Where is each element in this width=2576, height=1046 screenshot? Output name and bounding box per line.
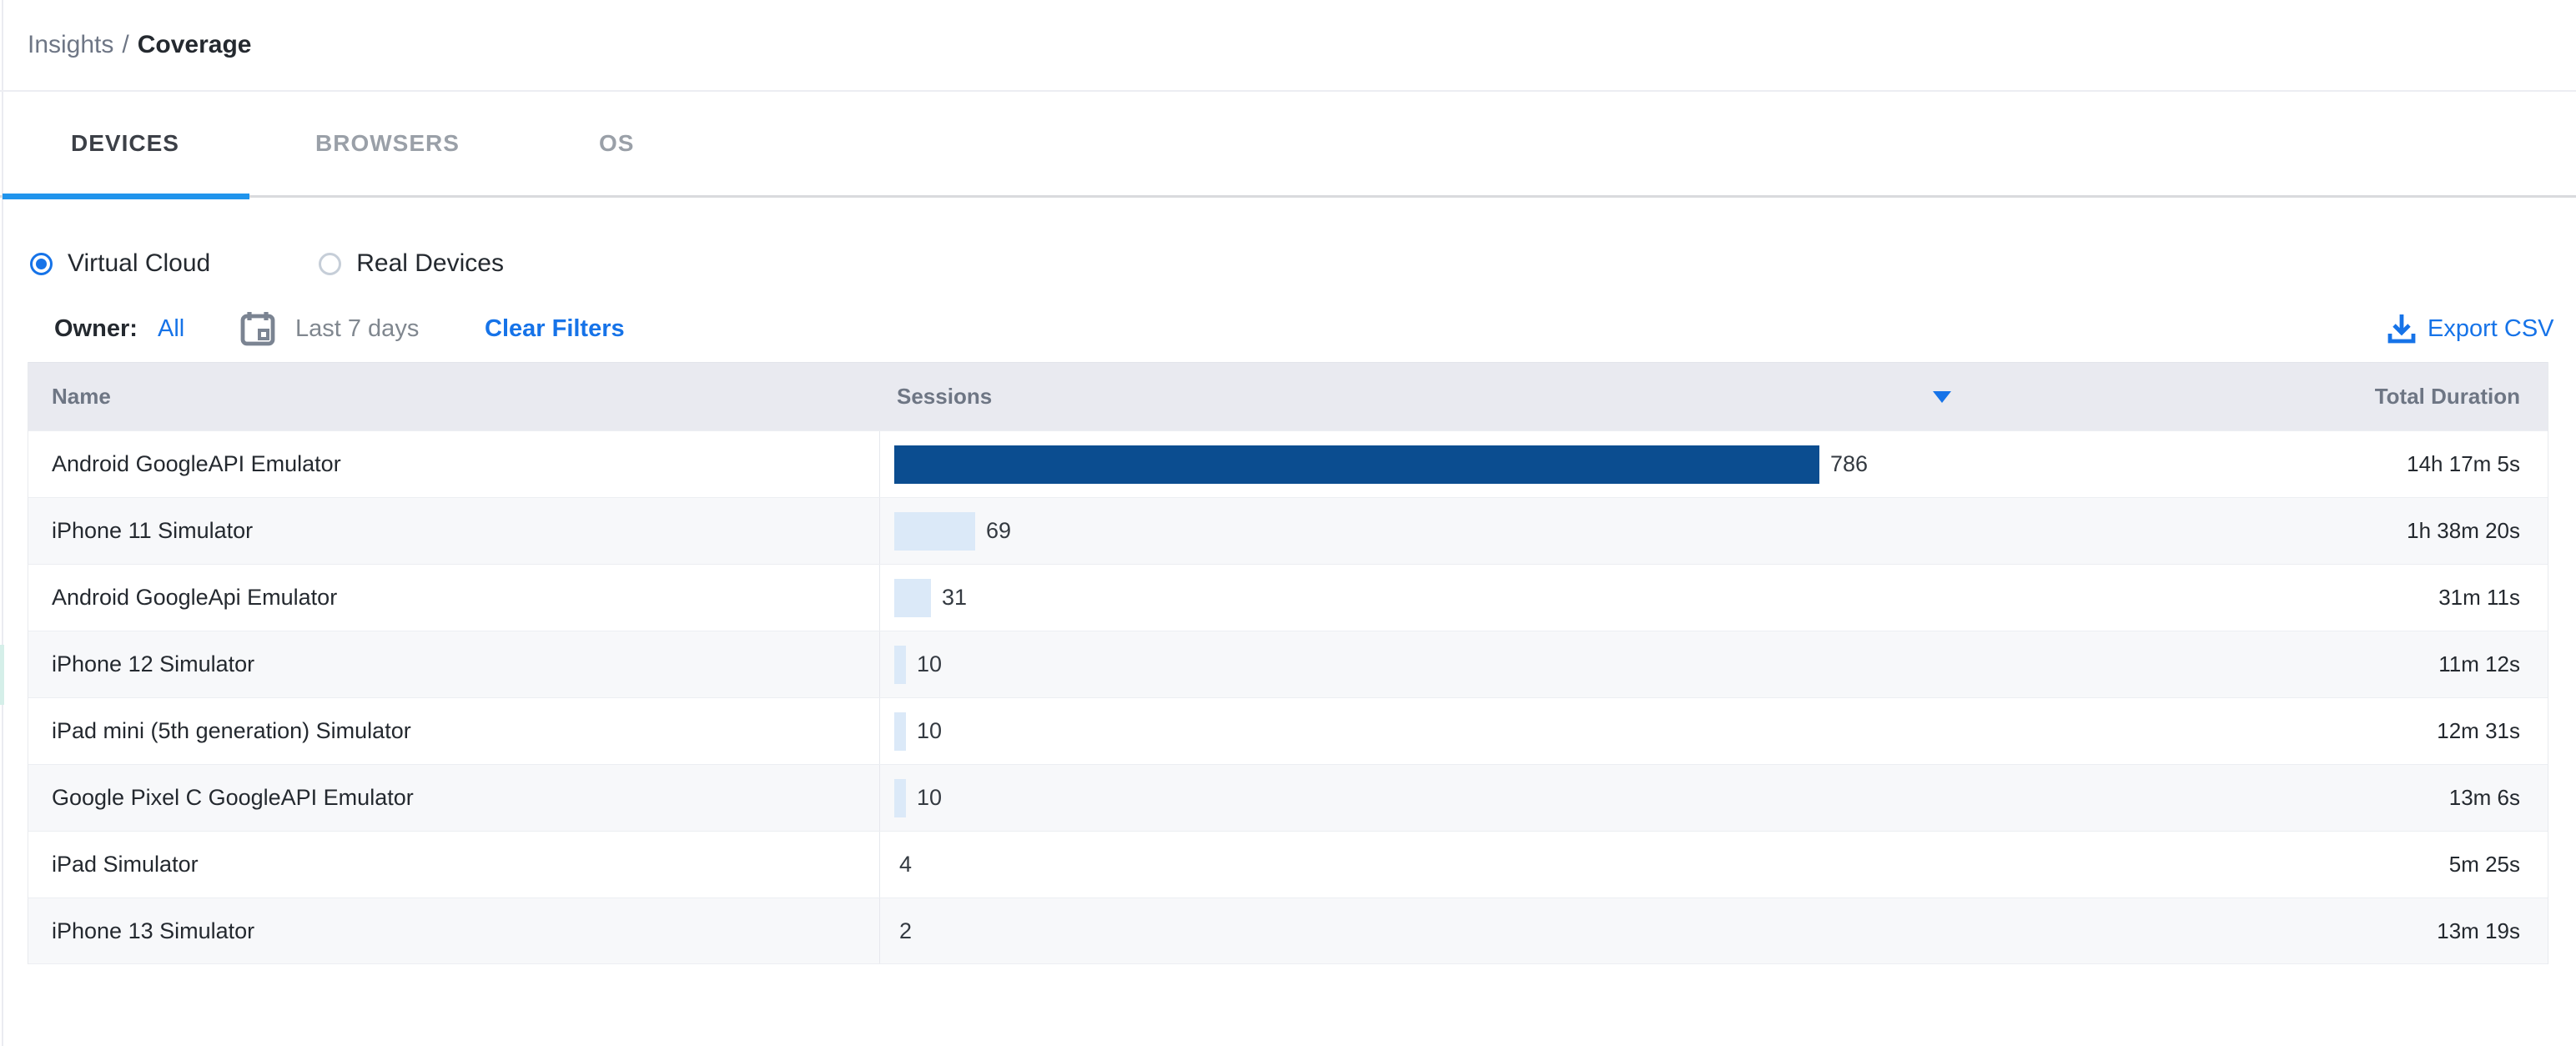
radio-virtual-cloud-label: Virtual Cloud	[68, 249, 210, 278]
breadcrumb: Insights / Coverage	[0, 0, 2576, 92]
sidebar-accent-sliver	[0, 645, 4, 705]
sessions-value: 10	[917, 718, 942, 744]
sessions-cell: 2	[879, 898, 1990, 963]
export-csv-label: Export CSV	[2428, 315, 2554, 343]
sessions-value: 69	[986, 518, 1011, 544]
device-name-cell: Android GoogleApi Emulator	[28, 565, 879, 631]
radio-real-devices[interactable]: Real Devices	[319, 249, 504, 278]
table-row[interactable]: Android GoogleAPI Emulator 786 14h 17m 5…	[28, 430, 2548, 497]
total-duration-cell: 13m 19s	[1990, 898, 2548, 963]
total-duration-cell: 12m 31s	[1990, 698, 2548, 764]
total-duration-cell: 11m 12s	[1990, 631, 2548, 697]
total-duration-cell: 14h 17m 5s	[1990, 431, 2548, 497]
table-row[interactable]: iPhone 12 Simulator 10 11m 12s	[28, 631, 2548, 697]
table-row[interactable]: Android GoogleApi Emulator 31 31m 11s	[28, 564, 2548, 631]
table-body: Android GoogleAPI Emulator 786 14h 17m 5…	[28, 430, 2548, 964]
sessions-bar	[894, 579, 931, 617]
filter-bar: Owner: All Last 7 days Clear Filters Exp…	[0, 307, 2576, 350]
device-name-cell: iPhone 12 Simulator	[28, 631, 879, 697]
sessions-cell: 786	[879, 431, 1990, 497]
coverage-tabs: DEVICES BROWSERS OS	[0, 93, 2576, 199]
caret-down-icon[interactable]	[1933, 391, 1951, 403]
sessions-bar	[894, 445, 1819, 484]
sessions-bar	[894, 646, 906, 684]
table-row[interactable]: iPad Simulator 4 5m 25s	[28, 831, 2548, 898]
sessions-bar	[894, 779, 906, 817]
radio-unselected-icon[interactable]	[319, 253, 341, 275]
total-duration-cell: 31m 11s	[1990, 565, 2548, 631]
device-name-cell: iPad mini (5th generation) Simulator	[28, 698, 879, 764]
sessions-value: 4	[899, 852, 912, 878]
column-header-sessions[interactable]: Sessions	[879, 363, 1990, 430]
download-icon	[2387, 313, 2416, 344]
breadcrumb-section[interactable]: Insights	[28, 31, 113, 59]
table-header-row: Name Sessions Total Duration	[28, 362, 2548, 430]
table-row[interactable]: iPhone 11 Simulator 69 1h 38m 20s	[28, 497, 2548, 564]
total-duration-cell: 13m 6s	[1990, 765, 2548, 831]
sessions-cell: 31	[879, 565, 1990, 631]
radio-selected-icon[interactable]	[30, 253, 53, 275]
radio-virtual-cloud[interactable]: Virtual Cloud	[30, 249, 210, 278]
device-name-cell: iPad Simulator	[28, 832, 879, 898]
device-name-cell: Google Pixel C GoogleAPI Emulator	[28, 765, 879, 831]
total-duration-cell: 1h 38m 20s	[1990, 498, 2548, 564]
device-name-cell: iPhone 13 Simulator	[28, 898, 879, 963]
calendar-icon[interactable]	[240, 307, 275, 350]
sessions-bar	[894, 712, 906, 751]
sessions-value: 10	[917, 651, 942, 677]
clear-filters-button[interactable]: Clear Filters	[485, 307, 625, 350]
device-name-cell: iPhone 11 Simulator	[28, 498, 879, 564]
column-header-sessions-label: Sessions	[897, 384, 992, 410]
sessions-cell: 4	[879, 832, 1990, 898]
sessions-cell: 10	[879, 631, 1990, 697]
owner-filter-value[interactable]: All	[158, 307, 184, 350]
sessions-cell: 10	[879, 765, 1990, 831]
radio-real-devices-label: Real Devices	[356, 249, 504, 278]
sessions-value: 2	[899, 918, 912, 944]
active-tab-indicator	[3, 194, 249, 199]
sessions-value: 786	[1830, 451, 1868, 477]
total-duration-cell: 5m 25s	[1990, 832, 2548, 898]
breadcrumb-separator: /	[122, 31, 128, 59]
cloud-type-toggle: Virtual Cloud Real Devices	[30, 247, 504, 280]
table-row[interactable]: iPad mini (5th generation) Simulator 10 …	[28, 697, 2548, 764]
tab-browsers[interactable]: BROWSERS	[315, 93, 460, 194]
insights-coverage-page: Insights / Coverage DEVICES BROWSERS OS …	[0, 0, 2576, 1046]
export-csv-button[interactable]: Export CSV	[2387, 307, 2554, 350]
sessions-value: 31	[942, 585, 967, 611]
column-header-name[interactable]: Name	[28, 384, 879, 410]
tab-devices[interactable]: DEVICES	[71, 93, 179, 194]
column-header-total-duration[interactable]: Total Duration	[1990, 384, 2548, 410]
device-name-cell: Android GoogleAPI Emulator	[28, 431, 879, 497]
page-title: Coverage	[138, 31, 252, 59]
table-row[interactable]: Google Pixel C GoogleAPI Emulator 10 13m…	[28, 764, 2548, 831]
sessions-cell: 10	[879, 698, 1990, 764]
owner-filter-label: Owner:	[54, 307, 138, 350]
table-row[interactable]: iPhone 13 Simulator 2 13m 19s	[28, 898, 2548, 964]
sessions-bar	[894, 512, 975, 551]
tabs-underline-track	[0, 195, 2576, 198]
date-range-filter[interactable]: Last 7 days	[295, 307, 419, 350]
tab-os[interactable]: OS	[599, 93, 634, 194]
sessions-value: 10	[917, 785, 942, 811]
devices-coverage-table: Name Sessions Total Duration Android Goo…	[28, 362, 2548, 964]
sessions-cell: 69	[879, 498, 1990, 564]
